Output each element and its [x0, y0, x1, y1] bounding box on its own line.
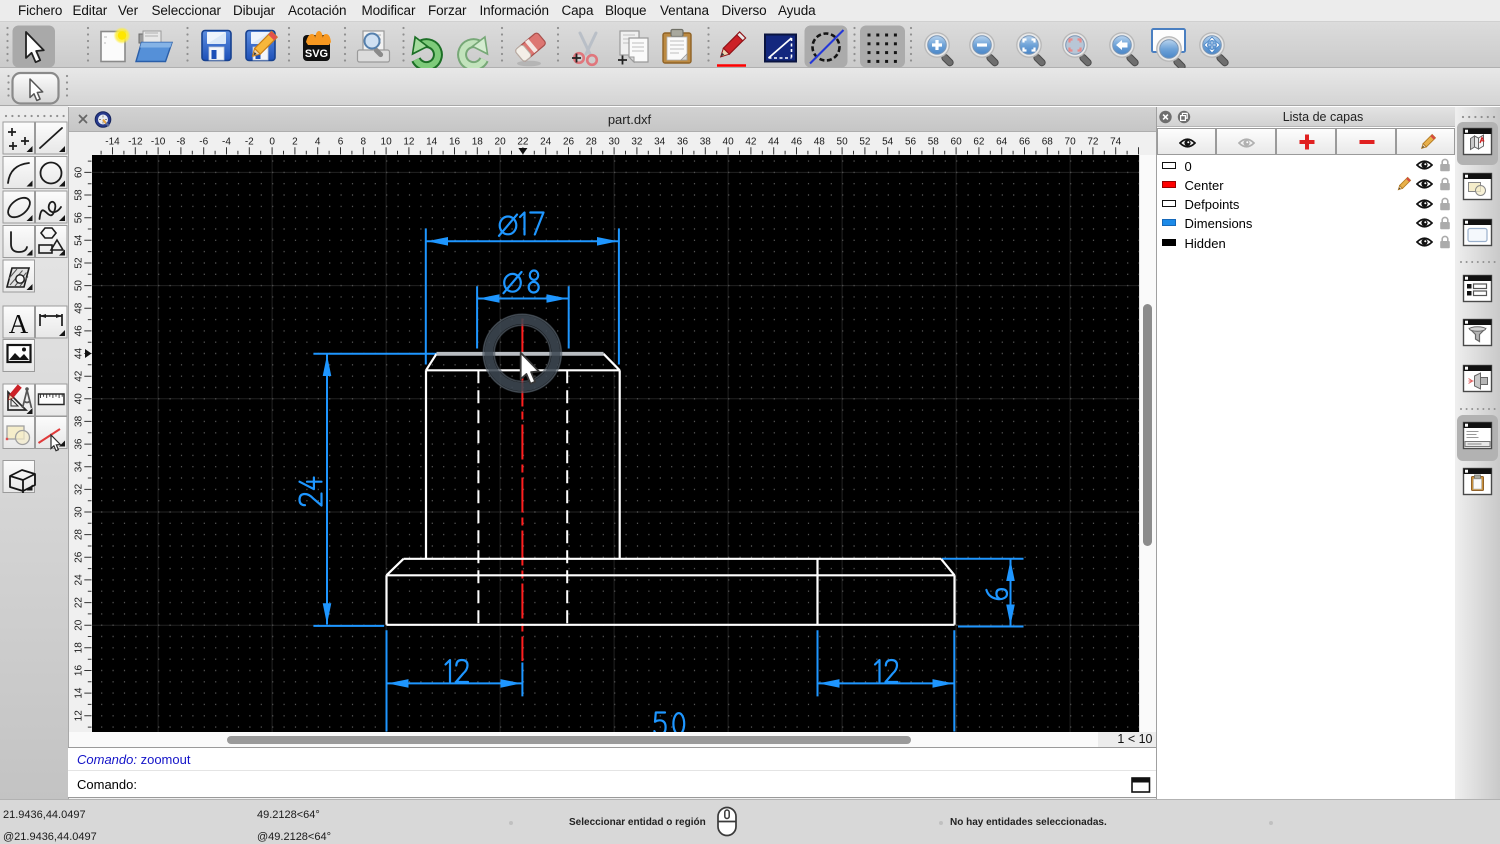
svg-text:30: 30 — [608, 137, 620, 148]
svg-text:16: 16 — [73, 665, 84, 677]
svg-text:24: 24 — [540, 137, 552, 148]
svg-text:A: A — [9, 309, 29, 339]
svg-text:42: 42 — [745, 137, 757, 148]
svg-text:68: 68 — [1041, 137, 1053, 148]
svg-text:60: 60 — [73, 166, 84, 178]
svg-text:48: 48 — [73, 302, 84, 314]
svg-text:SVG: SVG — [305, 48, 328, 60]
svg-text:-2: -2 — [244, 137, 253, 148]
svg-text:74: 74 — [1110, 137, 1122, 148]
svg-text:18: 18 — [73, 642, 84, 654]
svg-text:10: 10 — [380, 137, 392, 148]
svg-text:48: 48 — [813, 137, 825, 148]
svg-text:26: 26 — [562, 137, 574, 148]
svg-text:-14: -14 — [105, 137, 120, 148]
svg-text:30: 30 — [73, 506, 84, 518]
svg-text:36: 36 — [676, 137, 688, 148]
svg-text:28: 28 — [585, 137, 597, 148]
svg-text:26: 26 — [73, 551, 84, 563]
svg-text:56: 56 — [904, 137, 916, 148]
svg-text:66: 66 — [1018, 137, 1030, 148]
svg-text:22: 22 — [73, 597, 84, 609]
svg-text:54: 54 — [882, 137, 894, 148]
svg-text:14: 14 — [73, 687, 84, 699]
svg-text:22: 22 — [517, 137, 529, 148]
svg-text:46: 46 — [73, 325, 84, 337]
svg-text:52: 52 — [73, 257, 84, 269]
svg-text:44: 44 — [768, 137, 780, 148]
svg-text:56: 56 — [73, 212, 84, 224]
svg-text:70: 70 — [1064, 137, 1076, 148]
svg-text:14: 14 — [426, 137, 438, 148]
svg-text:20: 20 — [73, 619, 84, 631]
svg-text:54: 54 — [73, 234, 84, 246]
svg-text:12: 12 — [73, 710, 84, 722]
svg-text:-8: -8 — [176, 137, 185, 148]
svg-text:38: 38 — [73, 415, 84, 427]
svg-text:20: 20 — [494, 137, 506, 148]
svg-text:-4: -4 — [222, 137, 231, 148]
svg-text:-12: -12 — [128, 137, 143, 148]
svg-text:62: 62 — [973, 137, 985, 148]
svg-text:8: 8 — [360, 137, 366, 148]
svg-text:44: 44 — [73, 348, 84, 360]
svg-text:28: 28 — [73, 529, 84, 541]
svg-text:34: 34 — [654, 137, 666, 148]
svg-text:46: 46 — [790, 137, 802, 148]
svg-text:16: 16 — [448, 137, 460, 148]
svg-text:42: 42 — [73, 370, 84, 382]
svg-text:60: 60 — [950, 137, 962, 148]
svg-text:34: 34 — [73, 461, 84, 473]
svg-text:40: 40 — [722, 137, 734, 148]
svg-text:6: 6 — [337, 137, 343, 148]
svg-text:64: 64 — [996, 137, 1008, 148]
svg-text:0: 0 — [269, 137, 275, 148]
svg-text:2: 2 — [292, 137, 298, 148]
svg-text:4: 4 — [314, 137, 320, 148]
svg-text:12: 12 — [403, 137, 415, 148]
svg-text:58: 58 — [73, 189, 84, 201]
svg-text:50: 50 — [73, 280, 84, 292]
svg-text:40: 40 — [73, 393, 84, 405]
svg-text:50: 50 — [836, 137, 848, 148]
svg-text:24: 24 — [73, 574, 84, 586]
svg-text:32: 32 — [73, 483, 84, 495]
svg-text:-6: -6 — [199, 137, 208, 148]
svg-text:18: 18 — [471, 137, 483, 148]
svg-text:-10: -10 — [150, 137, 165, 148]
svg-text:38: 38 — [699, 137, 711, 148]
svg-text:72: 72 — [1087, 137, 1099, 148]
svg-text:58: 58 — [927, 137, 939, 148]
svg-text:52: 52 — [859, 137, 871, 148]
svg-text:32: 32 — [631, 137, 643, 148]
svg-text:36: 36 — [73, 438, 84, 450]
